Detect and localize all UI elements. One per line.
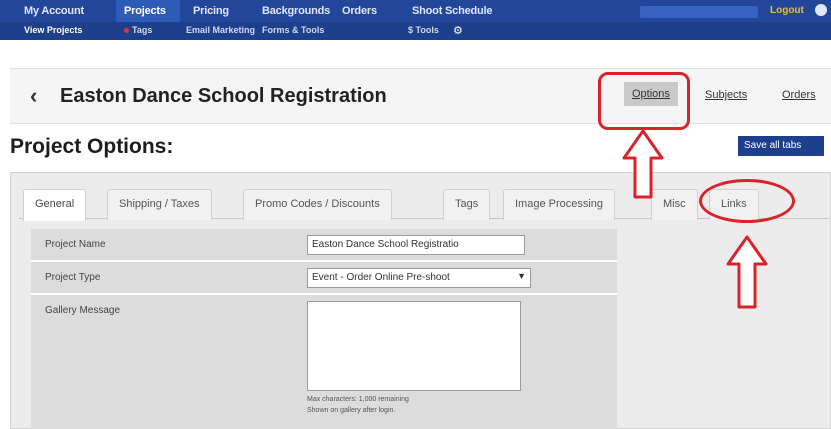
gear-icon[interactable]: ⚙ bbox=[453, 24, 463, 37]
project-header: ‹ Easton Dance School Registration Optio… bbox=[10, 68, 831, 124]
nav-shoot-schedule[interactable]: Shoot Schedule bbox=[412, 5, 493, 17]
subnav-tags[interactable]: Tags bbox=[124, 25, 152, 35]
tab-shipping-taxes[interactable]: Shipping / Taxes bbox=[107, 189, 212, 220]
project-name-row: Project Name Easton Dance School Registr… bbox=[31, 229, 617, 261]
project-type-select[interactable]: Event - Order Online Pre-shoot ▼ bbox=[307, 268, 531, 288]
annotation-links-highlight bbox=[699, 179, 795, 223]
orders-link[interactable]: Orders bbox=[782, 89, 816, 101]
char-count-note: Max characters: 1,000 remaining bbox=[307, 396, 409, 403]
main-nav: My Account Projects Pricing Backgrounds … bbox=[0, 0, 831, 22]
project-type-row: Project Type Event - Order Online Pre-sh… bbox=[31, 262, 617, 294]
nav-projects[interactable]: Projects bbox=[124, 5, 166, 17]
nav-pricing[interactable]: Pricing bbox=[193, 5, 229, 17]
nav-backgrounds[interactable]: Backgrounds bbox=[262, 5, 330, 17]
tab-general[interactable]: General bbox=[23, 189, 87, 221]
chevron-down-icon: ▼ bbox=[517, 271, 526, 281]
annotation-options-highlight bbox=[598, 72, 690, 130]
gallery-message-row: Gallery Message Max characters: 1,000 re… bbox=[31, 295, 617, 429]
logout-link[interactable]: Logout bbox=[770, 5, 804, 16]
top-navigation: My Account Projects Pricing Backgrounds … bbox=[0, 0, 831, 40]
gallery-message-label: Gallery Message bbox=[45, 305, 121, 316]
tab-promo-codes[interactable]: Promo Codes / Discounts bbox=[243, 189, 392, 220]
nav-my-account[interactable]: My Account bbox=[24, 5, 84, 17]
tag-icon bbox=[124, 28, 129, 34]
subnav-dollar-tools[interactable]: $ Tools bbox=[408, 25, 439, 35]
annotation-arrow-up-icon bbox=[622, 129, 664, 199]
gallery-note: Shown on gallery after login. bbox=[307, 407, 396, 414]
account-name-blurred bbox=[640, 6, 758, 18]
sub-nav: View Projects Tags Email Marketing Forms… bbox=[0, 22, 831, 40]
project-type-label: Project Type bbox=[45, 272, 101, 283]
nav-orders[interactable]: Orders bbox=[342, 5, 377, 17]
page-title: Easton Dance School Registration bbox=[60, 85, 387, 107]
project-name-input[interactable]: Easton Dance School Registratio bbox=[307, 235, 525, 255]
gallery-message-textarea[interactable] bbox=[307, 301, 521, 391]
annotation-arrow-up-icon bbox=[726, 235, 768, 309]
subnav-tags-label: Tags bbox=[132, 25, 153, 35]
subjects-link[interactable]: Subjects bbox=[705, 89, 747, 101]
general-panel: Project Name Easton Dance School Registr… bbox=[31, 229, 617, 429]
project-type-value: Event - Order Online Pre-shoot bbox=[312, 272, 450, 283]
project-name-label: Project Name bbox=[45, 239, 106, 250]
subnav-forms-tools[interactable]: Forms & Tools bbox=[262, 25, 324, 35]
tab-image-processing[interactable]: Image Processing bbox=[503, 189, 616, 220]
section-title: Project Options: bbox=[10, 135, 174, 158]
tab-tags[interactable]: Tags bbox=[443, 189, 491, 220]
user-icon[interactable] bbox=[815, 4, 827, 16]
save-all-tabs-button[interactable]: Save all tabs bbox=[738, 136, 824, 156]
subnav-view-projects[interactable]: View Projects bbox=[24, 25, 82, 35]
subnav-email-marketing[interactable]: Email Marketing bbox=[186, 25, 255, 35]
back-chevron-icon[interactable]: ‹ bbox=[30, 83, 37, 109]
